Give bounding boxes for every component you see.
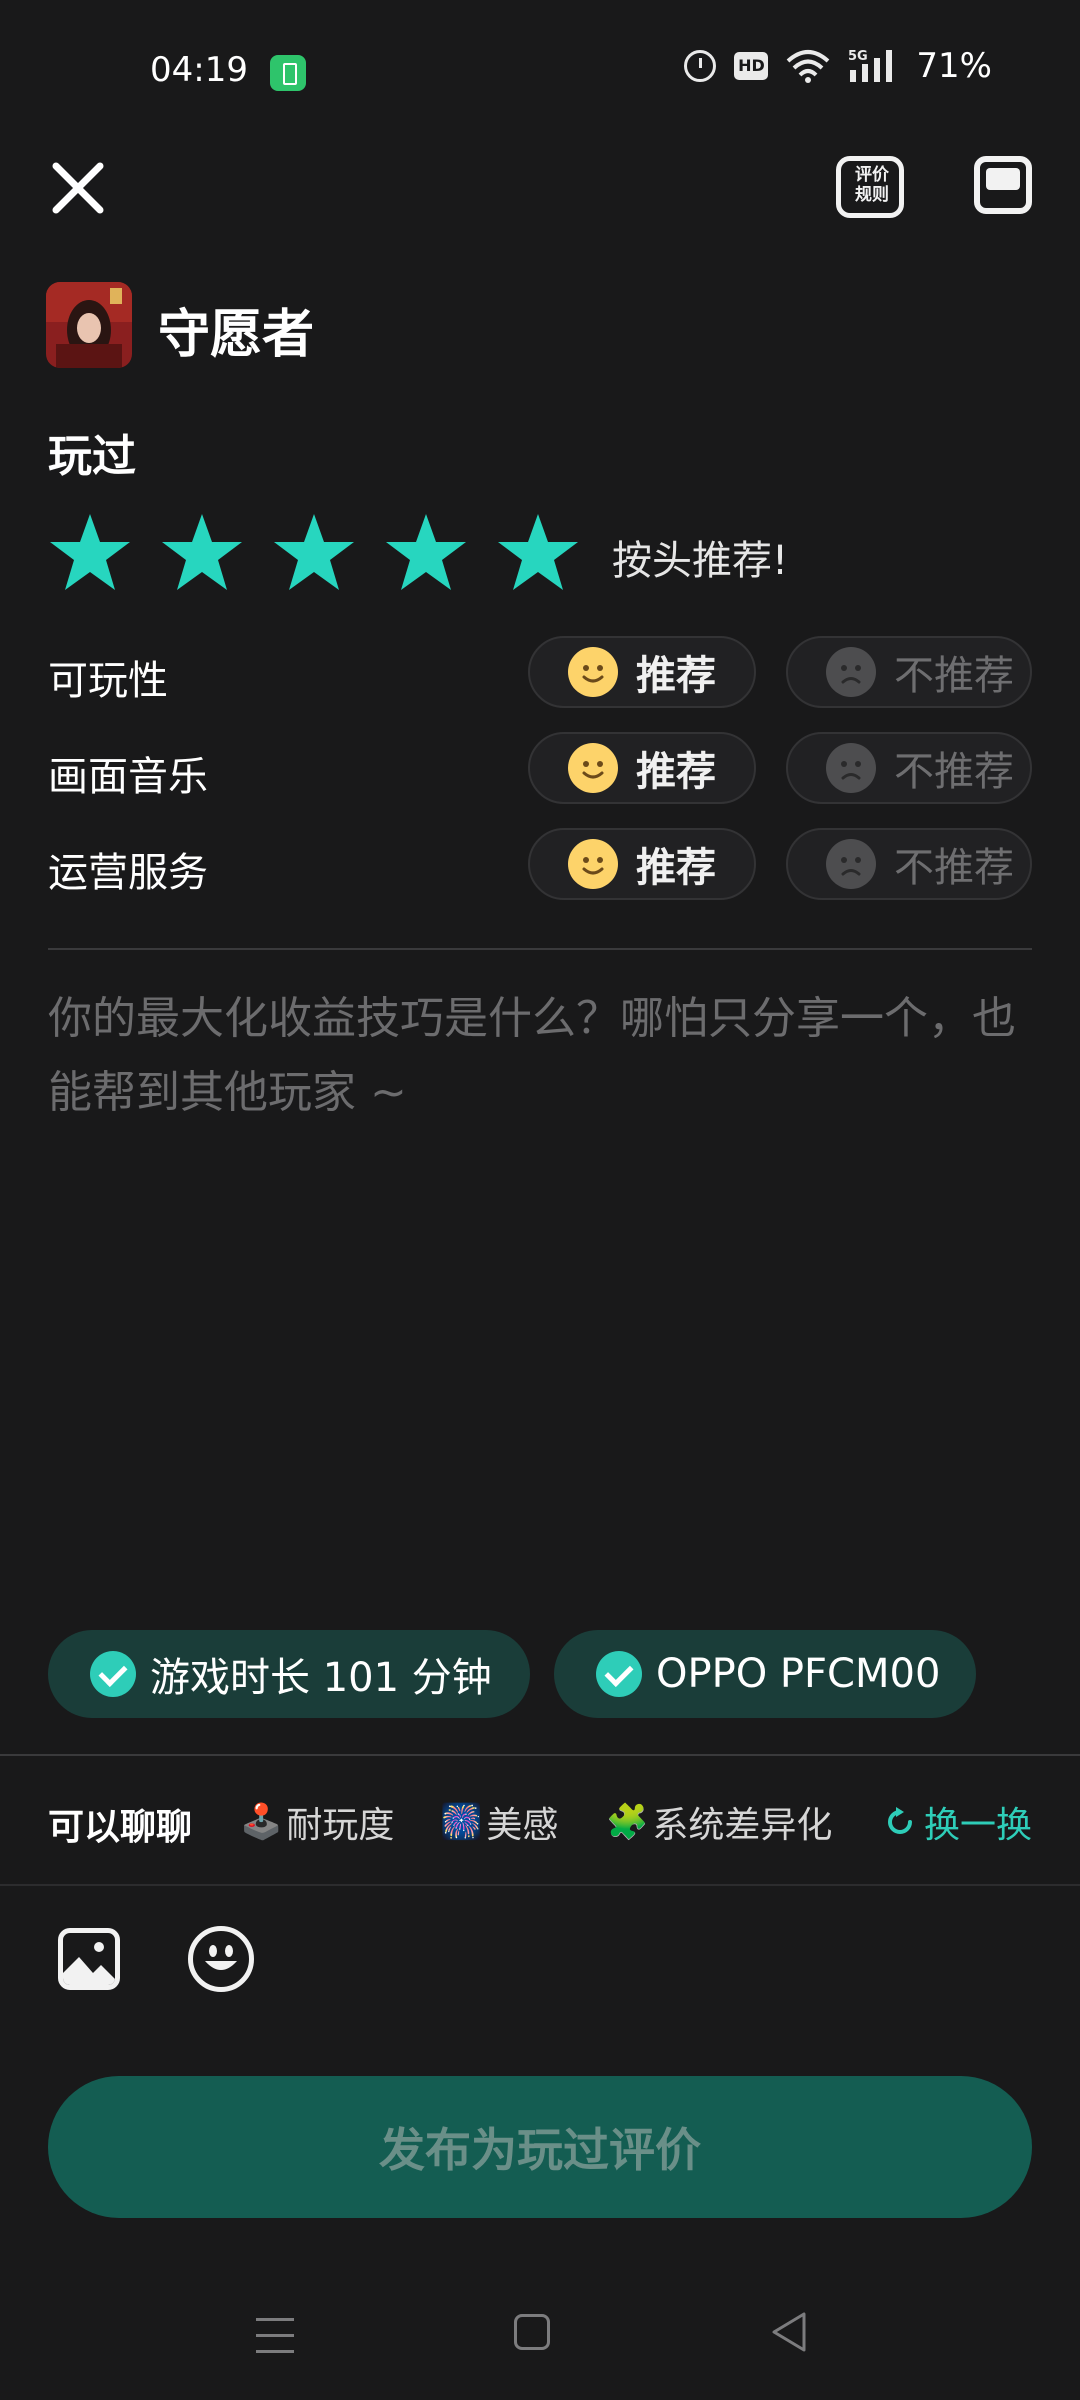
not-recommend-button[interactable]: 不推荐 [786, 828, 1032, 900]
review-rules-icon: 评价 规则 [855, 165, 889, 205]
status-time: 04:19 [150, 50, 248, 90]
criterion-label: 可玩性 [48, 658, 168, 704]
star-2-icon[interactable] [160, 512, 244, 592]
close-icon [52, 162, 104, 214]
status-bar: 04:19 HD 5G 71% [0, 0, 1080, 150]
smiley-icon [205, 1945, 237, 1970]
happy-face-icon [568, 743, 618, 793]
topic-label: 耐玩度 [286, 1805, 395, 1846]
topics-heading: 可以聊聊 [48, 1807, 193, 1848]
refresh-icon [888, 1807, 912, 1834]
happy-face-icon [568, 647, 618, 697]
publish-review-button[interactable]: 发布为玩过评价 [48, 2076, 1032, 2218]
happy-face-icon [568, 839, 618, 889]
wifi-icon [786, 49, 830, 83]
star-1-icon[interactable] [48, 512, 132, 592]
topic-system-differentiation[interactable]: 🧩 系统差异化 [606, 1796, 832, 1848]
menu-line [256, 2318, 294, 2321]
alarm-icon [684, 50, 717, 82]
not-recommend-label: 不推荐 [894, 749, 1014, 795]
topic-suggestions: 可以聊聊 🕹️ 耐玩度 🎆 美感 🧩 系统差异化 换一换 [0, 1760, 1080, 1880]
criterion-row-playability: 可玩性 推荐 不推荐 [0, 636, 1080, 708]
divider [48, 948, 1032, 950]
topic-aesthetics[interactable]: 🎆 美感 [440, 1796, 558, 1848]
menu-line [256, 2350, 294, 2353]
nav-back-button[interactable] [770, 2310, 810, 2358]
game-icon [46, 282, 132, 368]
criterion-label: 运营服务 [48, 850, 208, 896]
signal-5g-icon: 5G [848, 48, 898, 84]
recommend-label: 推荐 [636, 653, 716, 699]
rules-label-line1: 评价 [855, 165, 889, 185]
sad-face-icon [826, 743, 876, 793]
battery-saver-icon [270, 55, 306, 91]
battery-percent: 71% [916, 46, 992, 86]
sad-face-icon [826, 647, 876, 697]
device-tag[interactable]: OPPO PFCM00 [554, 1630, 976, 1718]
check-icon [596, 1651, 642, 1697]
recommend-button[interactable]: 推荐 [528, 636, 756, 708]
topic-label: 系统差异化 [652, 1805, 833, 1846]
svg-text:5G: 5G [848, 49, 868, 64]
recommend-button[interactable]: 推荐 [528, 732, 756, 804]
not-recommend-label: 不推荐 [894, 653, 1014, 699]
star-3-icon[interactable] [272, 512, 356, 592]
shuffle-label: 换一换 [924, 1805, 1033, 1846]
not-recommend-label: 不推荐 [894, 845, 1014, 891]
status-icons: HD 5G 71% [684, 46, 992, 86]
playtime-tag[interactable]: 游戏时长 101 分钟 [48, 1630, 530, 1718]
nav-home-button[interactable] [514, 2314, 550, 2350]
recommend-label: 推荐 [636, 845, 716, 891]
topic-durability[interactable]: 🕹️ 耐玩度 [240, 1796, 394, 1848]
emoji-button[interactable] [188, 1926, 254, 1992]
review-input[interactable] [48, 982, 1032, 1182]
puzzle-icon: 🧩 [606, 1802, 649, 1842]
fireworks-icon: 🎆 [440, 1802, 483, 1842]
star-5-icon[interactable] [496, 512, 580, 592]
criterion-row-graphics-music: 画面音乐 推荐 不推荐 [0, 732, 1080, 804]
add-image-button[interactable] [58, 1928, 120, 1990]
check-icon [90, 1651, 136, 1697]
feedback-button[interactable] [974, 156, 1032, 214]
menu-line [256, 2334, 294, 2337]
not-recommend-button[interactable]: 不推荐 [786, 636, 1032, 708]
star-4-icon[interactable] [384, 512, 468, 592]
divider [0, 1754, 1080, 1756]
topic-label: 美感 [486, 1805, 559, 1846]
joystick-icon: 🕹️ [240, 1802, 283, 1842]
sad-face-icon [826, 839, 876, 889]
not-recommend-button[interactable]: 不推荐 [786, 732, 1032, 804]
shuffle-button[interactable]: 换一换 [884, 1796, 1032, 1848]
image-icon [63, 1942, 115, 1985]
review-rules-button[interactable]: 评价 规则 [836, 156, 904, 218]
game-title: 守愿者 [158, 305, 315, 365]
rating-text: 按头推荐! [612, 538, 789, 584]
criterion-row-operations: 运营服务 推荐 不推荐 [0, 828, 1080, 900]
played-label: 玩过 [48, 431, 136, 482]
rules-label-line2: 规则 [855, 185, 889, 205]
close-button[interactable] [50, 160, 106, 216]
back-triangle-icon [772, 2312, 806, 2352]
recommend-button[interactable]: 推荐 [528, 828, 756, 900]
star-rating[interactable] [48, 512, 580, 592]
hd-icon: HD [734, 52, 769, 80]
device-text: OPPO PFCM00 [656, 1651, 941, 1697]
recommend-label: 推荐 [636, 749, 716, 795]
nav-recent-apps-button[interactable] [256, 2318, 294, 2354]
criterion-label: 画面音乐 [48, 754, 208, 800]
playtime-text: 游戏时长 101 分钟 [150, 1655, 492, 1701]
divider [0, 1884, 1080, 1886]
